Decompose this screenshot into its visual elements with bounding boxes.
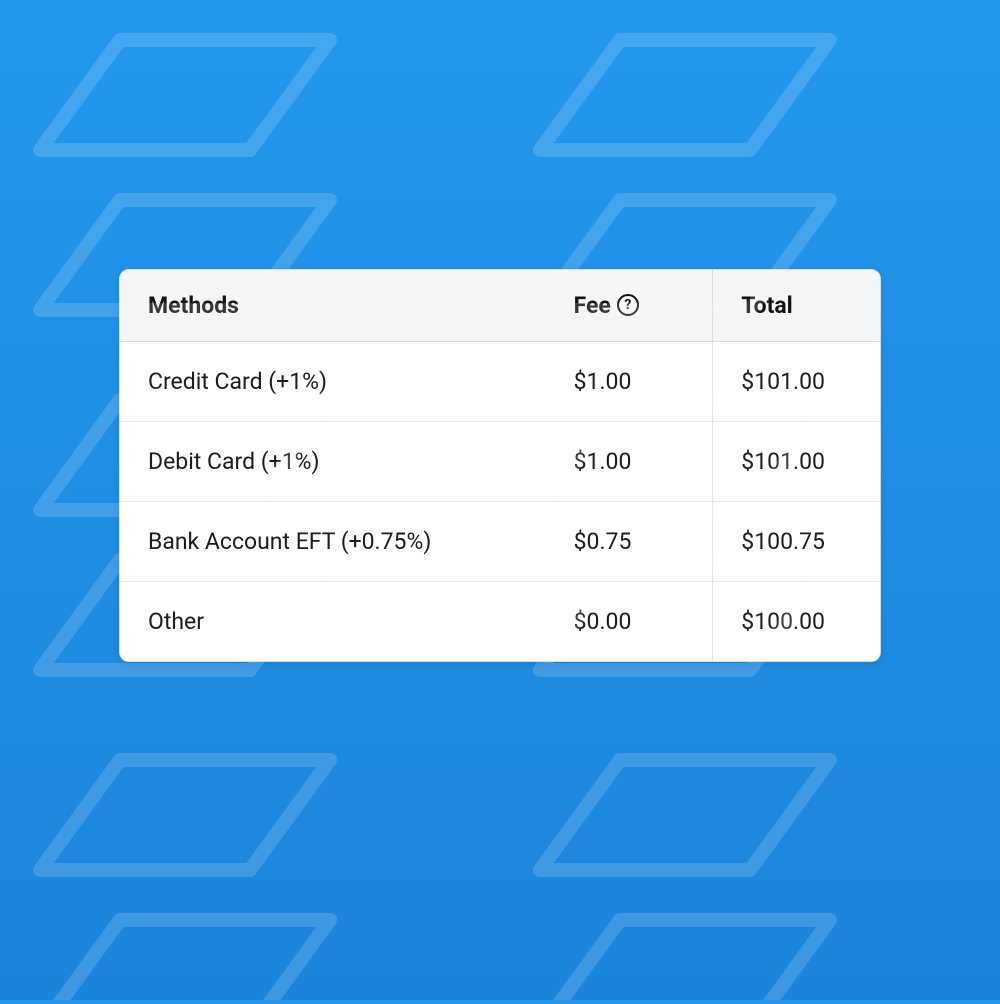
cell-fee: $1.00 — [546, 421, 713, 501]
cell-method: Credit Card (+1%) — [120, 341, 546, 421]
cell-fee: $0.00 — [546, 581, 713, 661]
cell-method: Debit Card (+1%) — [120, 421, 546, 501]
payment-methods-card: Methods Fee ? Total Credit Card (+1%) $1… — [119, 269, 881, 662]
header-methods: Methods — [120, 270, 546, 342]
table-row: Debit Card (+1%) $1.00 $101.00 — [120, 421, 880, 501]
header-fee-label: Fee — [574, 292, 611, 319]
cell-fee: $1.00 — [546, 341, 713, 421]
header-total: Total — [713, 270, 880, 342]
cell-method: Bank Account EFT (+0.75%) — [120, 501, 546, 581]
cell-total: $100.75 — [713, 501, 880, 581]
cell-total: $101.00 — [713, 341, 880, 421]
cell-total: $101.00 — [713, 421, 880, 501]
cell-total: $100.00 — [713, 581, 880, 661]
fee-help-icon[interactable]: ? — [617, 294, 639, 316]
header-fee: Fee ? — [546, 270, 713, 342]
payment-methods-table: Methods Fee ? Total Credit Card (+1%) $1… — [120, 270, 880, 661]
table-row: Bank Account EFT (+0.75%) $0.75 $100.75 — [120, 501, 880, 581]
table-header-row: Methods Fee ? Total — [120, 270, 880, 342]
table-row: Credit Card (+1%) $1.00 $101.00 — [120, 341, 880, 421]
cell-method: Other — [120, 581, 546, 661]
table-row: Other $0.00 $100.00 — [120, 581, 880, 661]
cell-fee: $0.75 — [546, 501, 713, 581]
